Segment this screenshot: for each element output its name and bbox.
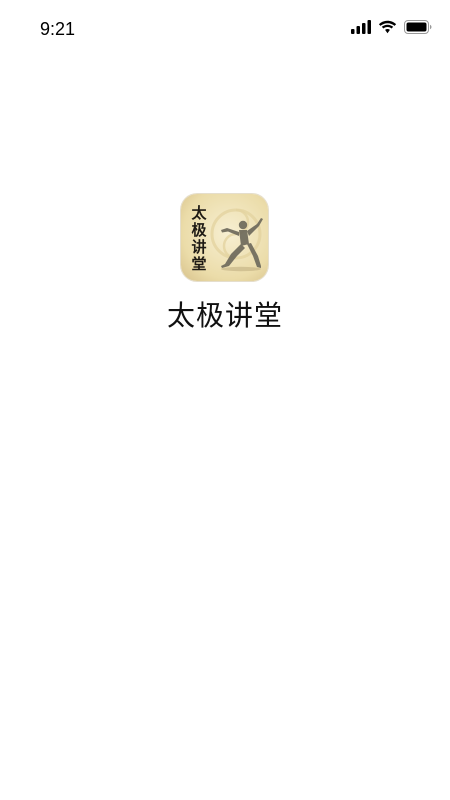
status-bar: 9:21 xyxy=(0,0,450,56)
wifi-icon xyxy=(378,20,397,34)
app-name-title: 太极讲堂 xyxy=(166,299,283,332)
svg-text:太: 太 xyxy=(191,204,207,222)
calligraphy-text: 太 极 讲 堂 xyxy=(191,204,207,273)
battery-icon xyxy=(404,20,432,34)
cellular-signal-icon xyxy=(351,20,371,34)
svg-text:讲: 讲 xyxy=(191,238,206,256)
status-icons xyxy=(351,17,432,37)
status-time: 9:21 xyxy=(40,19,76,39)
app-logo-icon: 太 极 讲 堂 xyxy=(181,194,268,281)
svg-text:堂: 堂 xyxy=(191,255,206,273)
svg-text:极: 极 xyxy=(191,221,207,239)
